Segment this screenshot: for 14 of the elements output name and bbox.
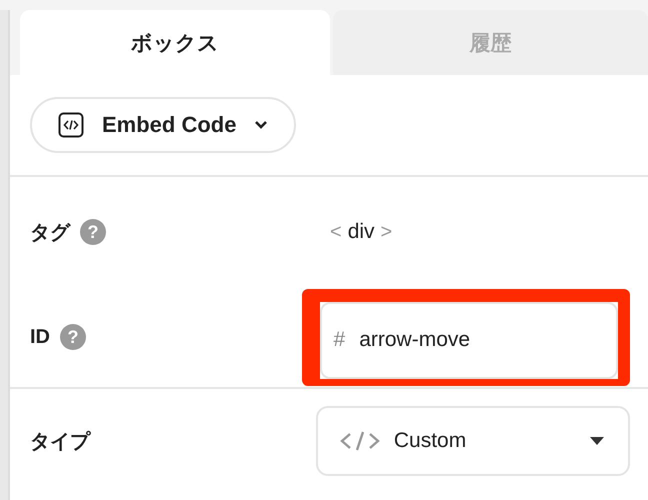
- field-label: ID: [30, 326, 50, 348]
- code-icon: [340, 430, 380, 452]
- id-input-field[interactable]: # arrow-move: [320, 302, 618, 378]
- element-type-button[interactable]: Embed Code: [30, 97, 296, 153]
- type-select[interactable]: Custom: [316, 406, 630, 476]
- chevron-down-icon: [254, 120, 268, 130]
- tag-bracket: >: [380, 221, 392, 244]
- field-label: タイプ: [30, 430, 90, 454]
- tab[interactable]: ボックス: [20, 10, 330, 75]
- tag-bracket: <: [330, 221, 342, 244]
- field-label: タグ: [30, 220, 70, 246]
- tag-value: div: [348, 220, 375, 244]
- caret-down-icon: [590, 437, 604, 445]
- code-icon: [58, 112, 84, 138]
